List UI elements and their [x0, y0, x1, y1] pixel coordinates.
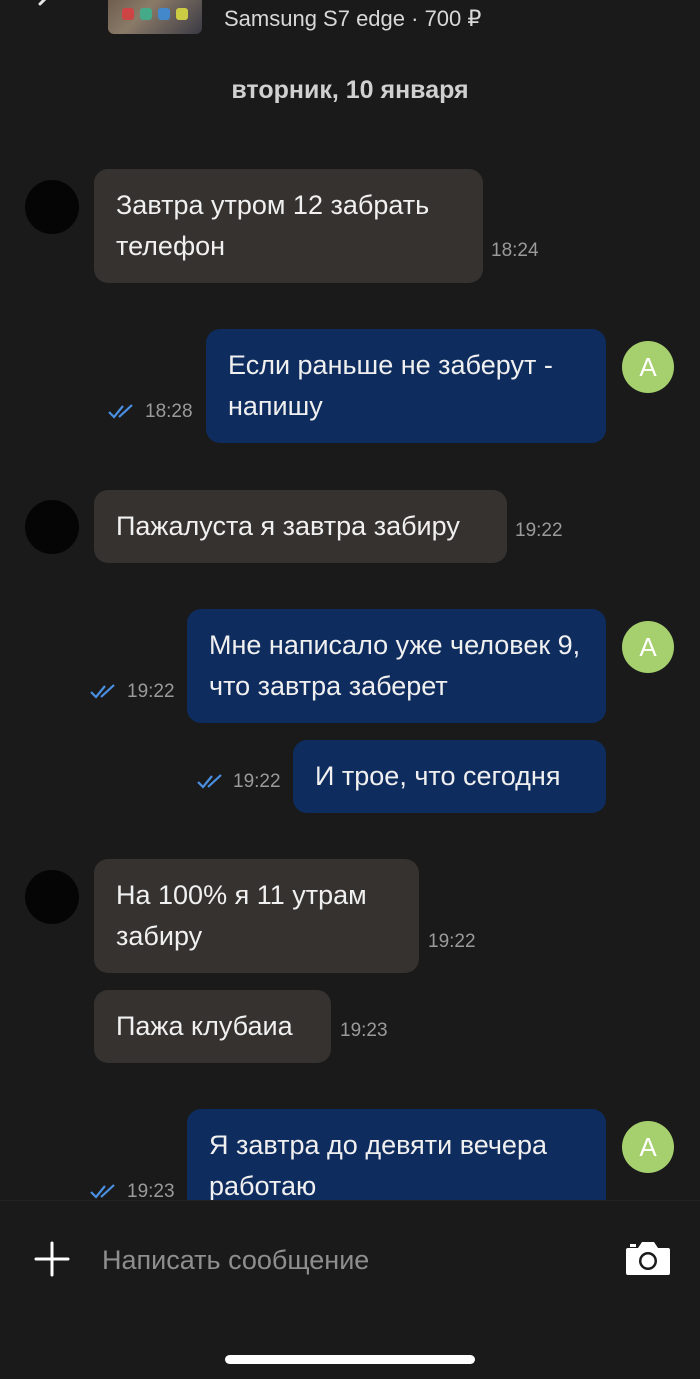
message-bubble-incoming[interactable]: На 100% я 11 утрам забиру: [94, 859, 419, 973]
message-text: Завтра утром 12 забрать телефон: [116, 190, 430, 261]
my-avatar[interactable]: А: [622, 341, 674, 393]
message-input[interactable]: [100, 1237, 584, 1283]
message-time: 19:22: [515, 520, 563, 541]
sender-avatar[interactable]: [25, 180, 79, 234]
message-time: 19:22: [428, 931, 476, 952]
double-check-icon: [90, 1184, 115, 1199]
message-bubble-incoming[interactable]: Завтра утром 12 забрать телефон: [94, 169, 483, 283]
product-thumbnail[interactable]: [108, 0, 202, 34]
camera-icon[interactable]: [624, 1239, 672, 1277]
chat-header: Samsung S7 edge · 700 ₽: [0, 0, 700, 50]
message-text: Я завтра до девяти вечера работаю: [209, 1130, 547, 1200]
message-time: 19:22: [127, 681, 175, 702]
message-time: 19:23: [340, 1020, 388, 1041]
sender-avatar[interactable]: [25, 870, 79, 924]
sender-avatar[interactable]: [25, 500, 79, 554]
home-indicator: [225, 1355, 475, 1364]
message-bubble-outgoing[interactable]: Я завтра до девяти вечера работаю: [187, 1109, 606, 1200]
message-text: Мне написало уже человек 9, что завтра з…: [209, 630, 581, 701]
message-composer: [0, 1200, 700, 1379]
message-time: 18:28: [145, 401, 193, 422]
chevron-left-icon[interactable]: [30, 0, 66, 26]
product-title[interactable]: Samsung S7 edge · 700 ₽: [224, 6, 481, 32]
message-bubble-outgoing[interactable]: Если раньше не заберут - напишу: [206, 329, 606, 443]
chat-thread: вторник, 10 января Завтра утром 12 забра…: [0, 0, 700, 1200]
message-bubble-incoming[interactable]: Пажалуста я завтра забиру: [94, 490, 507, 563]
message-bubble-incoming[interactable]: Пажа клубаиа: [94, 990, 331, 1063]
my-avatar[interactable]: А: [622, 621, 674, 673]
message-time: 19:22: [233, 771, 281, 792]
double-check-icon: [108, 404, 133, 419]
date-separator: вторник, 10 января: [231, 76, 469, 104]
message-time: 19:23: [127, 1181, 175, 1200]
double-check-icon: [90, 684, 115, 699]
my-avatar[interactable]: А: [622, 1121, 674, 1173]
plus-icon[interactable]: [34, 1241, 70, 1277]
message-text: Если раньше не заберут - напишу: [228, 350, 553, 421]
message-bubble-outgoing[interactable]: Мне написало уже человек 9, что завтра з…: [187, 609, 606, 723]
message-text: Пажа клубаиа: [116, 1011, 293, 1041]
message-text: И трое, что сегодня: [315, 761, 561, 791]
double-check-icon: [197, 774, 222, 789]
message-bubble-outgoing[interactable]: И трое, что сегодня: [293, 740, 606, 813]
message-time: 18:24: [491, 240, 539, 261]
message-text: Пажалуста я завтра забиру: [116, 511, 460, 541]
message-text: На 100% я 11 утрам забиру: [116, 880, 367, 951]
